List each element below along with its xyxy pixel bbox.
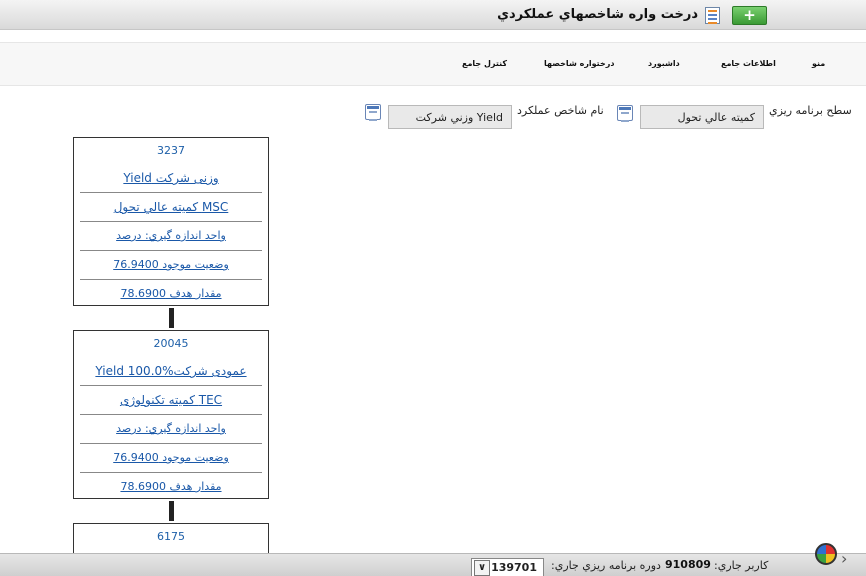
kpi-tree-node: 3237 وزنی شرکت Yield MSC كميته عالي تحول… bbox=[73, 137, 269, 306]
nav-item-menu[interactable]: منو bbox=[812, 59, 825, 68]
node-kpi-link[interactable]: عمودی شرکتYield 100.0% bbox=[80, 357, 262, 386]
add-button[interactable]: + bbox=[732, 6, 767, 25]
document-list-icon[interactable] bbox=[705, 7, 720, 24]
kpi-name-picker-icon[interactable] bbox=[365, 104, 381, 121]
planning-period-label: دوره برنامه ريزي جاري: bbox=[551, 559, 661, 572]
title-bar: + › درخت واره شاخصهاي عملکردي bbox=[0, 0, 866, 30]
node-committee-link[interactable]: TEC كميته تكنولوژی bbox=[80, 386, 262, 415]
node-unit-link[interactable]: واحد اندازه گيري: درصد bbox=[80, 222, 262, 251]
planning-level-picker-icon[interactable] bbox=[617, 105, 633, 122]
node-kpi-link[interactable]: وزنی شرکت Yield bbox=[80, 164, 262, 193]
planning-level-label: سطح برنامه ريزي bbox=[769, 104, 852, 117]
node-committee-link[interactable]: MSC كميته عالي تحول bbox=[80, 193, 262, 222]
tree-connector bbox=[169, 308, 174, 328]
page-title: درخت واره شاخصهاي عملکردي bbox=[497, 7, 698, 22]
kpi-tree-node: 20045 عمودی شرکتYield 100.0% TEC كميته ت… bbox=[73, 330, 269, 499]
kpi-name-label: نام شاخص عملكرد bbox=[517, 104, 604, 117]
nav-item-dashboard[interactable]: داشبورد bbox=[648, 59, 680, 68]
kpi-name-field[interactable]: Yield وزني شركت bbox=[388, 105, 512, 129]
nav-item-comprehensive-info[interactable]: اطلاعات جامع bbox=[721, 59, 776, 68]
status-bar: کاربر جاري: 910809 دوره برنامه ريزي جاري… bbox=[0, 553, 866, 576]
current-user-value: 910809 bbox=[665, 558, 711, 571]
planning-period-value: 139701 bbox=[491, 561, 537, 574]
planning-level-field[interactable]: كميته عالي تحول bbox=[640, 105, 764, 129]
tree-connector bbox=[169, 501, 174, 521]
node-id: 20045 bbox=[153, 337, 189, 350]
node-current-status-link[interactable]: وضعيت موجود 76.9400 bbox=[80, 444, 262, 473]
nav-item-kpi-tree[interactable]: درختواره شاخصها bbox=[544, 59, 614, 68]
node-id: 3237 bbox=[157, 144, 185, 157]
main-nav: منو اطلاعات جامع داشبورد درختواره شاخصها… bbox=[0, 42, 866, 86]
node-unit-link[interactable]: واحد اندازه گيري: درصد bbox=[80, 415, 262, 444]
node-id: 6175 bbox=[157, 530, 185, 543]
chevron-down-icon[interactable]: ∨ bbox=[474, 560, 490, 576]
current-user-label: کاربر جاري: bbox=[714, 559, 769, 572]
planning-period-select[interactable]: ∨ 139701 bbox=[471, 558, 544, 576]
nav-item-comprehensive-control[interactable]: كنترل جامع bbox=[462, 59, 507, 68]
node-target-value-link[interactable]: مقدار هدف 78.6900 bbox=[80, 473, 262, 502]
node-current-status-link[interactable]: وضعيت موجود 76.9400 bbox=[80, 251, 262, 280]
node-target-value-link[interactable]: مقدار هدف 78.6900 bbox=[80, 280, 262, 309]
chevron-right-icon[interactable]: › bbox=[841, 549, 847, 568]
color-wheel-icon[interactable] bbox=[815, 543, 837, 565]
